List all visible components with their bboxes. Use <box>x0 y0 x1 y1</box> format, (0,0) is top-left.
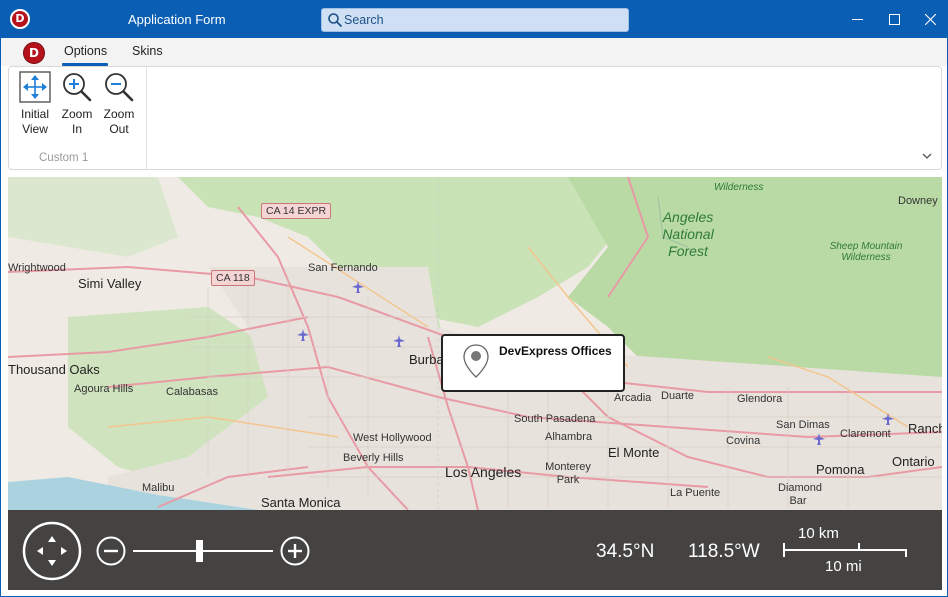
zoom-in-button[interactable]: Zoom In <box>57 71 97 137</box>
scale-tick <box>783 543 785 557</box>
city-label: El Monte <box>608 445 660 460</box>
maximize-icon <box>889 14 900 25</box>
map-zoom-in-icon[interactable] <box>280 536 310 566</box>
city-label: Alhambra <box>545 431 593 443</box>
city-label: Malibu <box>142 482 175 494</box>
city-label: Wrightwood <box>8 262 66 274</box>
initial-view-label-2: View <box>22 122 48 136</box>
title-bar: D Application Form <box>1 1 947 38</box>
city-label: Beverly Hills <box>343 452 404 464</box>
zoom-slider-thumb[interactable] <box>196 540 203 562</box>
scale-bar <box>783 549 907 551</box>
zoom-in-icon <box>63 73 92 102</box>
search-icon <box>328 13 342 27</box>
zoom-out-label-1: Zoom <box>103 107 135 121</box>
close-button[interactable] <box>912 1 947 38</box>
ribbon-tab-bar: D Options Skins <box>1 38 947 66</box>
city-label: Duarte <box>661 390 695 402</box>
initial-view-label-1: Initial <box>20 107 49 121</box>
park-label: Sheep Mountain Wilderness <box>829 241 903 263</box>
city-label: South Pasadena <box>514 413 596 425</box>
ribbon-group-separator <box>146 67 147 169</box>
city-label: Downey <box>898 195 938 207</box>
city-label: Claremont <box>840 428 891 440</box>
chevron-down-icon[interactable] <box>920 149 934 163</box>
airport-icon <box>297 329 309 341</box>
city-label: Los Angeles <box>445 464 522 480</box>
city-label: Ontario <box>892 454 935 469</box>
map-zoom-out-icon[interactable] <box>96 536 126 566</box>
city-label: Covina <box>726 435 761 447</box>
minimize-icon <box>852 19 863 20</box>
city-label: Arcadia <box>614 392 652 404</box>
scale-mi-label: 10 mi <box>825 558 862 575</box>
map-control[interactable]: CA 14 EXPR CA 118 Simi Valley San Fernan… <box>8 177 942 590</box>
airport-icon <box>352 281 364 293</box>
application-window: D Application Form D Options Skins <box>0 0 948 597</box>
city-label: San Fernando <box>308 262 378 274</box>
park-label: Wilderness <box>714 182 764 193</box>
scale-tick <box>905 549 907 557</box>
map-pin-icon <box>463 344 489 378</box>
map-callout[interactable]: DevExpress Offices <box>441 334 625 392</box>
zoom-in-label-1: Zoom <box>61 107 93 121</box>
city-label: Monterey Park <box>545 461 591 486</box>
city-label: Glendora <box>737 393 783 405</box>
airport-icon <box>882 413 894 425</box>
city-label: Rancho <box>908 421 942 436</box>
search-input[interactable] <box>344 11 624 29</box>
latitude-readout: 34.5°N <box>596 541 655 562</box>
initial-view-button[interactable]: Initial View <box>15 71 55 137</box>
tab-skins[interactable]: Skins <box>132 44 163 58</box>
maximize-button[interactable] <box>876 1 912 38</box>
window-title: Application Form <box>128 12 226 27</box>
zoom-out-icon <box>105 73 134 102</box>
ribbon-panel: Initial View Zoom In Zoom Out Custom 1 <box>8 66 942 170</box>
zoom-in-label-2: In <box>71 122 82 136</box>
airport-icon <box>393 335 405 347</box>
city-label: Agoura Hills <box>74 383 134 395</box>
scale-tick <box>858 543 860 550</box>
city-label: Pomona <box>816 462 865 477</box>
highway-shield-ca118: CA 118 <box>211 270 255 286</box>
city-label: La Puente <box>670 487 721 499</box>
search-box[interactable] <box>321 8 629 32</box>
pan-navigation-icon[interactable] <box>22 521 82 581</box>
zoom-out-button[interactable]: Zoom Out <box>99 71 139 137</box>
close-icon <box>925 14 936 25</box>
city-label: Thousand Oaks <box>8 362 100 377</box>
ribbon-group-label: Custom 1 <box>39 152 89 164</box>
highway-shield-ca14: CA 14 EXPR <box>261 203 332 219</box>
minimize-button[interactable] <box>839 1 875 38</box>
zoom-out-label-2: Out <box>109 122 129 136</box>
zoom-slider-track[interactable] <box>133 550 273 552</box>
tab-options[interactable]: Options <box>61 44 109 66</box>
city-label: Diamond Bar <box>778 482 823 507</box>
city-label: West Hollywood <box>353 432 432 444</box>
app-logo-icon[interactable]: D <box>10 9 30 29</box>
callout-title: DevExpress Offices <box>499 344 612 358</box>
park-label: Angeles National Forest <box>662 209 714 259</box>
longitude-readout: 118.5°W <box>688 541 760 562</box>
city-label: Simi Valley <box>78 276 142 291</box>
city-label: Calabasas <box>166 386 218 398</box>
map-scale: 10 km 10 mi <box>781 522 911 582</box>
city-label: San Dimas <box>776 419 830 431</box>
scale-km-label: 10 km <box>798 525 839 542</box>
airport-icon <box>813 433 825 445</box>
initial-view-icon <box>19 71 51 103</box>
map-navigation-bar: 34.5°N 118.5°W 10 km 10 mi <box>8 510 942 590</box>
application-menu-button[interactable]: D <box>23 42 45 64</box>
city-label: Santa Monica <box>261 495 341 510</box>
